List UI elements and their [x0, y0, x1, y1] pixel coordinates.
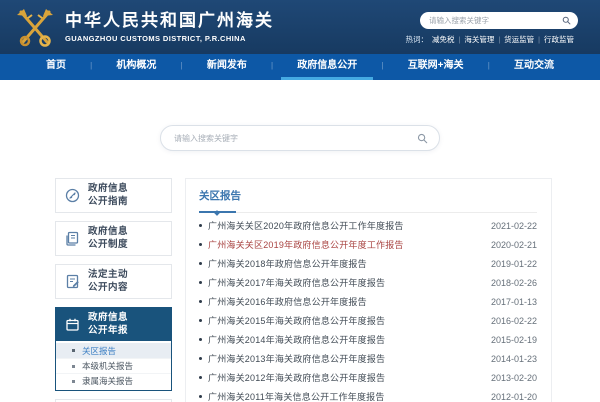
- sidebar-item-2: 政府信息公开制度: [55, 221, 172, 256]
- customs-emblem-icon: [14, 5, 56, 49]
- report-date: 2015-02-19: [491, 335, 537, 345]
- report-row[interactable]: 广州海关2014年海关政府信息公开年度报告 2015-02-19: [199, 330, 537, 349]
- content-panel: 关区报告 广州海关关区2020年政府信息公开工作年度报告2021-02-22广州…: [185, 178, 552, 402]
- documents-icon: [65, 231, 80, 246]
- sidebar-subitem-3[interactable]: 隶属海关报告: [56, 373, 171, 388]
- report-row[interactable]: 广州海关2012年海关政府信息公开年度报告 2013-02-20: [199, 368, 537, 387]
- sidebar-subitem-2[interactable]: 本级机关报告: [56, 358, 171, 373]
- report-date: 2013-02-20: [491, 373, 537, 383]
- report-link[interactable]: 广州海关2011年海关信息公开工作年度报告: [208, 390, 481, 402]
- site-header: 中华人民共和国广州海关 GUANGZHOU CUSTOMS DISTRICT, …: [0, 0, 600, 54]
- report-date: 2012-01-20: [491, 392, 537, 402]
- report-link[interactable]: 广州海关2014年海关政府信息公开年度报告: [208, 333, 481, 346]
- sidebar-item-1: 政府信息公开指南: [55, 178, 172, 213]
- header-search-input[interactable]: [429, 16, 562, 25]
- main-nav: 首页 | 机构概况 | 新闻发布 | 政府信息公开 | 互联网+海关 | 互动交流: [0, 54, 600, 80]
- nav-item-6[interactable]: 互动交流: [498, 54, 570, 80]
- report-row[interactable]: 广州海关2016年政府信息公开年度报告 2017-01-13: [199, 292, 537, 311]
- report-link[interactable]: 广州海关2012年海关政府信息公开年度报告: [208, 371, 481, 384]
- hotword-separator: |: [498, 37, 500, 44]
- sidebar-item-3: 法定主动公开内容: [55, 264, 172, 299]
- hotword-link[interactable]: 海关管理: [464, 35, 494, 44]
- report-link[interactable]: 广州海关关区2020年政府信息公开工作年度报告: [208, 219, 481, 232]
- nav-separator: |: [381, 54, 383, 80]
- nav-item-4[interactable]: 政府信息公开: [281, 54, 373, 80]
- compass-icon: [65, 188, 80, 203]
- page: 中华人民共和国广州海关 GUANGZHOU CUSTOMS DISTRICT, …: [0, 0, 600, 402]
- section-title: 关区报告: [199, 188, 537, 213]
- sidebar-item-label: 政府信息公开指南: [88, 183, 128, 208]
- report-date: 2018-02-26: [491, 278, 537, 288]
- report-date: 2019-01-22: [491, 259, 537, 269]
- report-date: 2017-01-13: [491, 297, 537, 307]
- nav-separator: |: [181, 54, 183, 80]
- sidebar-item-label: 政府信息公开年报: [88, 312, 128, 337]
- report-date: 2021-02-22: [491, 221, 537, 231]
- report-date: 2016-02-22: [491, 316, 537, 326]
- search-icon[interactable]: [562, 16, 571, 25]
- report-link[interactable]: 广州海关2018年政府信息公开年度报告: [208, 257, 481, 270]
- report-list: 广州海关关区2020年政府信息公开工作年度报告2021-02-22广州海关关区2…: [199, 213, 537, 402]
- report-row[interactable]: 广州海关2017年海关政府信息公开年度报告 2018-02-26: [199, 273, 537, 292]
- report-link[interactable]: 广州海关2017年海关政府信息公开年度报告: [208, 276, 481, 289]
- sidebar-item-button[interactable]: 政府信息公开指南: [56, 179, 171, 212]
- site-title: 中华人民共和国广州海关: [65, 11, 274, 31]
- banner: [0, 80, 600, 178]
- header-search[interactable]: [420, 12, 578, 29]
- document-edit-icon: [65, 274, 80, 289]
- hotwords: 热词： 减免税|海关管理|货运监管|行政监管: [406, 34, 578, 45]
- sidebar-item-label: 政府信息公开制度: [88, 226, 128, 251]
- report-date: 2020-02-21: [491, 240, 537, 250]
- sidebar-subitem-1[interactable]: 关区报告: [56, 343, 171, 358]
- hotwords-label: 热词：: [406, 34, 429, 45]
- hotword-separator: |: [459, 37, 461, 44]
- banner-search[interactable]: [160, 125, 440, 151]
- report-row[interactable]: 广州海关2015年海关政府信息公开年度报告 2016-02-22: [199, 311, 537, 330]
- sidebar-item-label: 法定主动公开内容: [88, 269, 128, 294]
- report-row[interactable]: 广州海关关区2020年政府信息公开工作年度报告 2021-02-22: [199, 216, 537, 235]
- report-link[interactable]: 广州海关关区2019年政府信息公开年度工作报告: [208, 238, 481, 251]
- header-right: 热词： 减免税|海关管理|货运监管|行政监管: [406, 10, 578, 45]
- report-date: 2014-01-23: [491, 354, 537, 364]
- main-area: 政府信息公开指南政府信息公开制度法定主动公开内容政府信息公开年报关区报告本级机关…: [55, 178, 552, 402]
- hotword-link[interactable]: 减免税: [432, 35, 455, 44]
- nav-item-5[interactable]: 互联网+海关: [392, 54, 480, 80]
- nav-separator: |: [271, 54, 273, 80]
- nav-item-2[interactable]: 机构概况: [100, 54, 172, 80]
- calendar-icon: [65, 317, 80, 332]
- nav-separator: |: [488, 54, 490, 80]
- report-link[interactable]: 广州海关2016年政府信息公开年度报告: [208, 295, 481, 308]
- report-row[interactable]: 广州海关关区2019年政府信息公开年度工作报告 2020-02-21: [199, 235, 537, 254]
- report-row[interactable]: 广州海关2018年政府信息公开年度报告 2019-01-22: [199, 254, 537, 273]
- hotword-link[interactable]: 货运监管: [504, 35, 534, 44]
- sidebar-sublist: 关区报告本级机关报告隶属海关报告: [56, 341, 171, 390]
- hotwords-list: 减免税|海关管理|货运监管|行政监管: [428, 34, 578, 45]
- hotword-separator: |: [538, 37, 540, 44]
- nav-separator: |: [90, 54, 92, 80]
- site-subtitle: GUANGZHOU CUSTOMS DISTRICT, P.R.CHINA: [65, 34, 274, 43]
- sidebar-item-button[interactable]: 政府信息公开年报: [56, 308, 171, 341]
- banner-search-input[interactable]: [174, 134, 417, 143]
- report-link[interactable]: 广州海关2015年海关政府信息公开年度报告: [208, 314, 481, 327]
- search-icon[interactable]: [417, 133, 428, 144]
- sidebar-item-button[interactable]: 政府信息公开制度: [56, 222, 171, 255]
- nav-item-3[interactable]: 新闻发布: [191, 54, 263, 80]
- report-row[interactable]: 广州海关2011年海关信息公开工作年度报告 2012-01-20: [199, 387, 537, 402]
- nav-item-1[interactable]: 首页: [30, 54, 82, 80]
- hotword-link[interactable]: 行政监管: [544, 35, 574, 44]
- sidebar-item-button[interactable]: 法定主动公开内容: [56, 265, 171, 298]
- sidebar: 政府信息公开指南政府信息公开制度法定主动公开内容政府信息公开年报关区报告本级机关…: [55, 178, 172, 402]
- sidebar-item-4: 政府信息公开年报关区报告本级机关报告隶属海关报告: [55, 307, 172, 391]
- site-title-block: 中华人民共和国广州海关 GUANGZHOU CUSTOMS DISTRICT, …: [65, 11, 274, 43]
- report-row[interactable]: 广州海关2013年海关政府信息公开年度报告 2014-01-23: [199, 349, 537, 368]
- report-link[interactable]: 广州海关2013年海关政府信息公开年度报告: [208, 352, 481, 365]
